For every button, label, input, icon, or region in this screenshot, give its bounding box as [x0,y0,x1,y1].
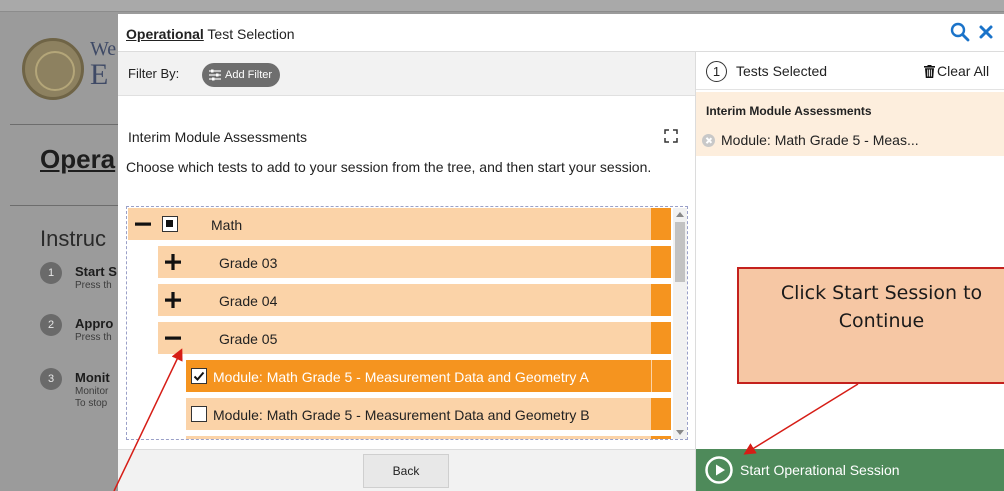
callout-line-1: Click Start Session to [780,282,983,304]
test-selection-modal: Operational Test Selection Filter By: Ad… [118,14,1004,491]
scroll-thumb[interactable] [675,222,685,282]
tree-row-partial [186,436,671,439]
tree-row-label: Math [211,217,243,233]
selected-count-badge: 1 [706,61,727,82]
tree-row-module-b[interactable]: Module: Math Grade 5 - Measurement Data … [186,398,671,430]
filter-label: Filter By: [128,66,180,81]
selected-test-label: Module: Math Grade 5 - Meas... [721,132,919,148]
start-operational-session-button[interactable]: Start Operational Session [696,449,1004,491]
tree-row-math[interactable]: Math [128,208,671,240]
test-tree-pane: Filter By: Add Filter Interim Module Ass… [118,52,696,491]
trash-icon [924,64,935,78]
tree-row-module-a[interactable]: Module: Math Grade 5 - Measurement Data … [186,360,671,392]
step-description: Press th [75,280,112,291]
step-number: 3 [40,368,62,390]
expand-plus-icon[interactable] [164,291,182,309]
row-edge [651,360,671,392]
step-description-2: To stop [75,398,108,409]
add-filter-button[interactable]: Add Filter [202,63,281,87]
test-tree: Math Grade 03 Grade 04 Grade 05 Module: … [126,206,688,440]
instructions-heading: Instruc [40,226,107,251]
clear-all-button[interactable]: Clear All [924,63,989,79]
row-edge [651,398,671,430]
state-seal-logo [22,38,84,100]
modal-footer-left: Back [118,449,695,491]
checkmark-icon [193,371,205,381]
selected-tests-header: 1 Tests Selected Clear All [696,52,1004,90]
tree-row-label: Module: Math Grade 5 - Measurement Data … [213,369,589,385]
filter-bar: Filter By: Add Filter [118,52,695,96]
checked-checkbox[interactable] [191,368,207,384]
row-edge [651,284,671,316]
expand-icon[interactable] [664,129,678,143]
category-title: Interim Module Assessments [128,129,307,145]
row-edge [651,322,671,354]
selected-group: Interim Module Assessments Module: Math … [696,92,1004,156]
scroll-down-arrow-icon[interactable] [676,430,684,435]
selected-tests-label: Tests Selected [736,63,828,79]
remove-icon[interactable] [702,133,715,147]
modal-title-bold: Operational [126,26,204,42]
step-number: 1 [40,262,62,284]
divider [10,205,120,206]
search-icon[interactable] [950,22,970,42]
unchecked-checkbox[interactable] [191,406,207,422]
clear-all-label: Clear All [937,63,990,79]
selected-test-item: Module: Math Grade 5 - Meas... [702,132,919,148]
play-circle-icon [705,456,733,484]
collapse-icon[interactable] [134,215,152,233]
selected-group-title: Interim Module Assessments [706,104,872,118]
step-title: Monit [75,370,110,385]
back-button[interactable]: Back [363,454,449,488]
tree-instructions: Choose which tests to add to your sessio… [126,159,652,175]
scroll-up-arrow-icon[interactable] [676,212,684,217]
collapse-icon[interactable] [164,329,182,347]
tree-row-label: Grade 03 [219,255,278,271]
callout-text: Click Start Session to Continue [739,279,1004,335]
tree-row-label: Grade 05 [219,331,278,347]
divider [10,124,120,125]
add-filter-label: Add Filter [225,69,273,81]
tree-row-grade-04[interactable]: Grade 04 [158,284,671,316]
filter-sliders-icon [209,69,221,81]
partial-checkbox[interactable] [162,216,178,232]
tree-scrollbar[interactable] [673,208,687,439]
start-session-label: Start Operational Session [740,462,900,478]
modal-title-rest: Test Selection [203,26,295,42]
modal-title: Operational Test Selection [126,26,295,42]
step-number: 2 [40,314,62,336]
tree-row-grade-03[interactable]: Grade 03 [158,246,671,278]
annotation-callout: Click Start Session to Continue [737,267,1004,384]
page-heading: Opera [40,144,116,174]
tree-row-label: Grade 04 [219,293,278,309]
tree-row-grade-05[interactable]: Grade 05 [158,322,671,354]
expand-plus-icon[interactable] [164,253,182,271]
tree-row-label: Module: Math Grade 5 - Measurement Data … [213,407,590,423]
row-edge [651,436,671,439]
row-edge [651,246,671,278]
callout-line-2: Continue [838,310,925,332]
row-edge [651,208,671,240]
step-title: Start S [75,264,117,279]
step-description: Press th [75,332,112,343]
modal-header: Operational Test Selection [118,14,1004,52]
step-title: Appro [75,316,114,331]
step-description: Monitor [75,386,109,397]
background-toolbar [0,0,1004,12]
brand-text-line2: E [90,58,109,91]
close-icon[interactable] [978,24,994,40]
